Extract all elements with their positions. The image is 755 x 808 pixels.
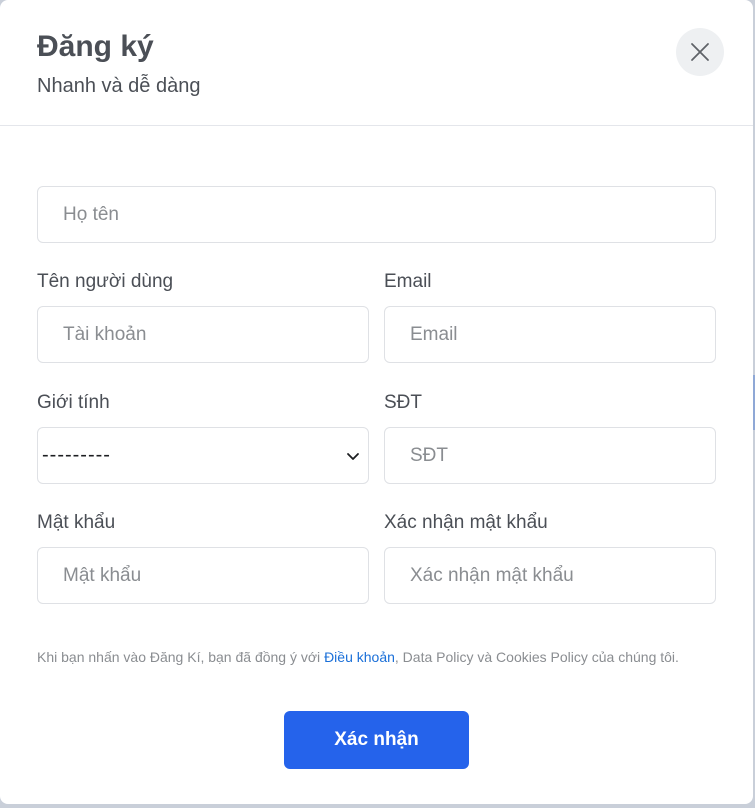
password-input[interactable]	[37, 547, 369, 604]
confirm-password-label: Xác nhận mật khẩu	[384, 512, 548, 533]
username-input[interactable]	[37, 306, 369, 363]
terms-suffix: , Data Policy và Cookies Policy của chún…	[394, 649, 679, 665]
close-icon	[691, 43, 709, 61]
email-input[interactable]	[384, 306, 716, 363]
phone-label: SĐT	[384, 392, 422, 413]
terms-notice: Khi bạn nhấn vào Đăng Kí, bạn đã đồng ý …	[37, 647, 707, 667]
gender-select[interactable]: ---------	[37, 427, 369, 484]
close-button[interactable]	[676, 28, 724, 76]
modal-title: Đăng ký	[37, 30, 154, 63]
modal-header: Đăng ký Nhanh và dễ dàng	[0, 0, 753, 126]
submit-button[interactable]: Xác nhận	[284, 711, 469, 769]
confirm-password-input[interactable]	[384, 547, 716, 604]
full-name-input[interactable]	[37, 186, 716, 243]
signup-modal: Đăng ký Nhanh và dễ dàng Tên người dùng …	[0, 0, 753, 804]
gender-label: Giới tính	[37, 392, 110, 413]
modal-subtitle: Nhanh và dễ dàng	[37, 75, 201, 97]
chevron-down-icon	[347, 452, 359, 460]
password-label: Mật khẩu	[37, 512, 116, 533]
gender-selected-value: ---------	[42, 444, 111, 466]
terms-prefix: Khi bạn nhấn vào Đăng Kí, bạn đã đồng ý …	[37, 649, 325, 665]
username-label: Tên người dùng	[37, 271, 174, 292]
phone-input[interactable]	[384, 427, 716, 484]
terms-link[interactable]: Điều khoản	[324, 649, 395, 665]
email-label: Email	[384, 271, 432, 292]
